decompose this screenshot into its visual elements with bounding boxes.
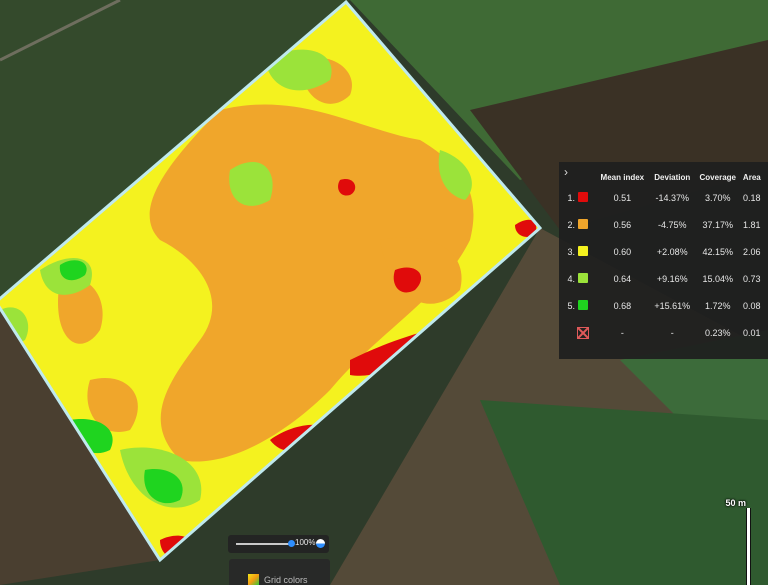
- coverage-value: 3.70%: [704, 192, 731, 203]
- color-gradient-icon: [248, 574, 259, 585]
- legend-header-row: Mean index Deviation Coverage Area: [563, 170, 763, 184]
- deviation-value: -: [670, 327, 674, 338]
- opacity-drop-icon[interactable]: [316, 539, 325, 548]
- coverage-value: 42.15%: [702, 246, 734, 257]
- mean-index-value: 0.64: [613, 273, 632, 284]
- area-value: 0.18: [743, 192, 761, 203]
- legend-row-excluded[interactable]: - - 0.23% 0.01: [563, 319, 763, 346]
- header-area: Area: [742, 172, 761, 182]
- opacity-slider-track[interactable]: [236, 543, 292, 545]
- scale-bar: 50 m: [718, 498, 768, 585]
- zone-color-swatch: [578, 300, 588, 310]
- area-value: 2.06: [743, 246, 761, 257]
- mean-index-value: 0.51: [613, 192, 632, 203]
- coverage-value: 15.04%: [702, 273, 734, 284]
- deviation-value: -4.75%: [658, 219, 687, 230]
- legend-row[interactable]: 3. 0.60 +2.08% 42.15% 2.06: [563, 238, 763, 265]
- opacity-slider-thumb[interactable]: [288, 540, 295, 547]
- scale-bar-line: [746, 508, 751, 585]
- header-mean-index: Mean index: [600, 172, 645, 182]
- row-number: 5.: [567, 301, 575, 311]
- area-value: 0.73: [743, 273, 761, 284]
- row-number: 3.: [567, 247, 575, 257]
- mean-index-value: -: [620, 327, 624, 338]
- area-value: 1.81: [743, 219, 761, 230]
- coverage-value: 37.17%: [702, 219, 734, 230]
- deviation-value: +9.16%: [656, 273, 688, 284]
- area-value: 0.01: [743, 327, 761, 338]
- mean-index-value: 0.60: [613, 246, 632, 257]
- grid-colors-label: Grid colors: [264, 575, 308, 585]
- zone-legend-table: Mean index Deviation Coverage Area 1. 0.…: [563, 170, 763, 346]
- scale-label: 50 m: [725, 498, 746, 508]
- header-deviation: Deviation: [654, 172, 691, 182]
- zone-color-swatch: [578, 219, 588, 229]
- deviation-value: +2.08%: [656, 246, 688, 257]
- row-number: 1.: [567, 193, 575, 203]
- zone-color-swatch: [578, 273, 588, 283]
- zone-legend-panel: › Mean index Deviation Coverage Area 1. …: [559, 162, 768, 359]
- coverage-value: 1.72%: [704, 300, 731, 311]
- row-number: 4.: [567, 274, 575, 284]
- legend-row[interactable]: 4. 0.64 +9.16% 15.04% 0.73: [563, 265, 763, 292]
- mean-index-value: 0.56: [613, 219, 632, 230]
- mean-index-value: 0.68: [613, 300, 632, 311]
- deviation-value: -14.37%: [655, 192, 690, 203]
- coverage-value: 0.23%: [704, 327, 731, 338]
- zone-color-swatch: [578, 246, 588, 256]
- deviation-value: +15.61%: [654, 300, 691, 311]
- area-value: 0.08: [743, 300, 761, 311]
- legend-row[interactable]: 5. 0.68 +15.61% 1.72% 0.08: [563, 292, 763, 319]
- row-number: 2.: [567, 220, 575, 230]
- excluded-box-icon: [577, 326, 589, 339]
- legend-row[interactable]: 1. 0.51 -14.37% 3.70% 0.18: [563, 184, 763, 211]
- opacity-control: 100%: [228, 535, 329, 553]
- legend-row[interactable]: 2. 0.56 -4.75% 37.17% 1.81: [563, 211, 763, 238]
- opacity-value: 100%: [295, 538, 316, 547]
- header-coverage: Coverage: [699, 172, 736, 182]
- zone-color-swatch: [578, 192, 588, 202]
- grid-colors-button[interactable]: Grid colors: [229, 559, 330, 585]
